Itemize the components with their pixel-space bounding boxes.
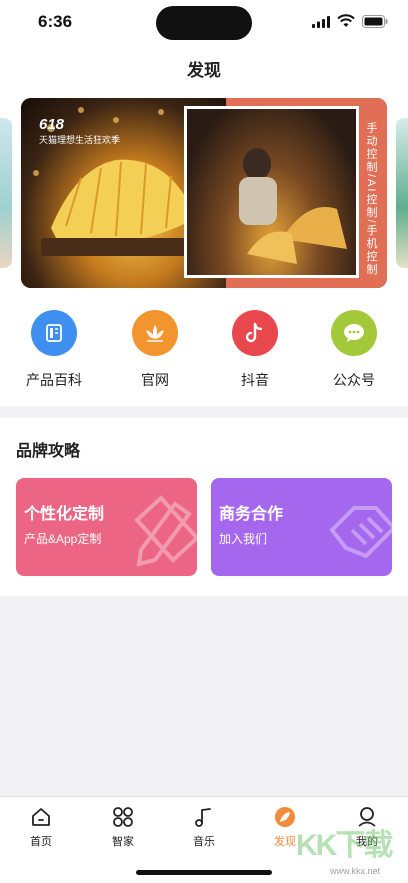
wechat-icon — [331, 310, 377, 356]
brand-guide-section: 品牌攻略 个性化定制 产品&App定制 商务合作 加入我们 — [0, 418, 408, 596]
quick-link-label: 抖音 — [241, 372, 269, 388]
custom-order-card[interactable]: 个性化定制 产品&App定制 — [16, 478, 197, 576]
card-subtitle: 加入我们 — [219, 532, 268, 546]
section-title: 品牌攻略 — [16, 443, 81, 460]
tab-label: 智家 — [112, 836, 134, 848]
home-icon — [11, 805, 71, 829]
handshake-icon — [329, 506, 392, 559]
card-title: 商务合作 — [219, 506, 284, 523]
book-icon — [31, 310, 77, 356]
tiktok-icon — [232, 310, 278, 356]
banner-previous-peek[interactable] — [0, 118, 12, 268]
card-title: 个性化定制 — [24, 506, 105, 523]
quick-link-label: 产品百科 — [26, 372, 82, 388]
banner-next-peek[interactable] — [396, 118, 408, 268]
card-subtitle: 产品&App定制 — [24, 532, 102, 546]
dynamic-island — [156, 6, 252, 40]
campaign-text: 天猫理想生活狂欢季 — [39, 135, 121, 145]
tab-smart-home[interactable]: 智家 — [93, 805, 153, 849]
status-bar: 6:36 — [0, 0, 408, 46]
cellular-signal-icon — [312, 16, 330, 28]
campaign-number: 618 — [39, 116, 65, 133]
promo-banner[interactable]: 618 天猫理想生活狂欢季 手动控制/AI控制/手机控制 — [21, 98, 387, 288]
quick-link-wechat[interactable]: 公众号 — [314, 310, 394, 390]
tab-label: 首页 — [30, 836, 52, 848]
quick-link-label: 官网 — [141, 372, 169, 388]
music-note-icon — [174, 805, 234, 829]
wifi-icon — [337, 14, 355, 27]
watermark-url: www.kkx.net — [330, 866, 381, 876]
beach-night-photo — [187, 109, 356, 275]
quick-link-encyclopedia[interactable]: 产品百科 — [14, 310, 94, 390]
home-indicator — [136, 870, 272, 875]
banner-photo-frame — [184, 106, 359, 278]
banner-side-text: 手动控制/AI控制/手机控制 — [365, 122, 377, 277]
tab-home[interactable]: 首页 — [11, 805, 71, 849]
discover-header-section: 发现 618 天猫理想生活狂欢季 手动控制/AI控制/手机控制 产品百科 官网 … — [0, 46, 408, 406]
quick-link-tiktok[interactable]: 抖音 — [215, 310, 295, 390]
tab-music[interactable]: 音乐 — [174, 805, 234, 849]
grid-icon — [93, 805, 153, 829]
pencil-ruler-icon — [134, 495, 197, 567]
battery-icon — [362, 15, 388, 28]
campaign-logo: 618 天猫理想生活狂欢季 — [39, 116, 120, 146]
quick-link-label: 公众号 — [333, 372, 375, 388]
watermark-text: KK下载 — [296, 829, 393, 862]
page-title: 发现 — [187, 61, 221, 80]
tab-label: 音乐 — [193, 836, 215, 848]
business-cooperation-card[interactable]: 商务合作 加入我们 — [211, 478, 392, 576]
lotus-icon — [132, 310, 178, 356]
quick-link-website[interactable]: 官网 — [115, 310, 195, 390]
status-time: 6:36 — [38, 12, 73, 31]
